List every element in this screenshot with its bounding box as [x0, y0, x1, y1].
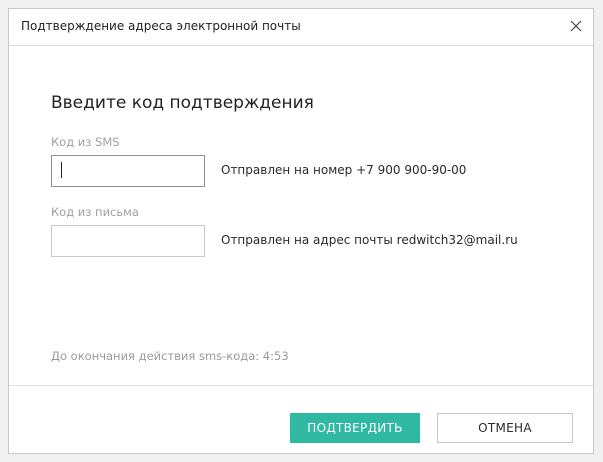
cancel-button[interactable]: ОТМЕНА — [437, 413, 573, 443]
close-button[interactable] — [565, 15, 587, 37]
sms-timer-text: До окончания действия sms-кода: 4:53 — [51, 349, 289, 363]
title-bar: Подтверждение адреса электронной почты — [9, 9, 593, 46]
sms-code-label: Код из SMS — [51, 135, 120, 149]
sms-code-input[interactable] — [51, 155, 205, 187]
email-code-label: Код из письма — [51, 205, 139, 219]
confirm-button[interactable]: ПОДТВЕРДИТЬ — [290, 413, 420, 443]
dialog-heading: Введите код подтверждения — [51, 93, 314, 113]
sms-sent-hint: Отправлен на номер +7 900 900-90-00 — [221, 163, 467, 177]
footer-divider — [9, 385, 593, 386]
email-confirmation-dialog: Подтверждение адреса электронной почты В… — [8, 8, 594, 454]
close-icon — [570, 20, 582, 32]
dialog-title: Подтверждение адреса электронной почты — [21, 19, 301, 33]
email-code-input[interactable] — [51, 225, 205, 257]
sms-code-field[interactable] — [51, 155, 205, 187]
text-caret — [61, 162, 62, 178]
email-sent-hint: Отправлен на адрес почты redwitch32@mail… — [221, 233, 518, 247]
